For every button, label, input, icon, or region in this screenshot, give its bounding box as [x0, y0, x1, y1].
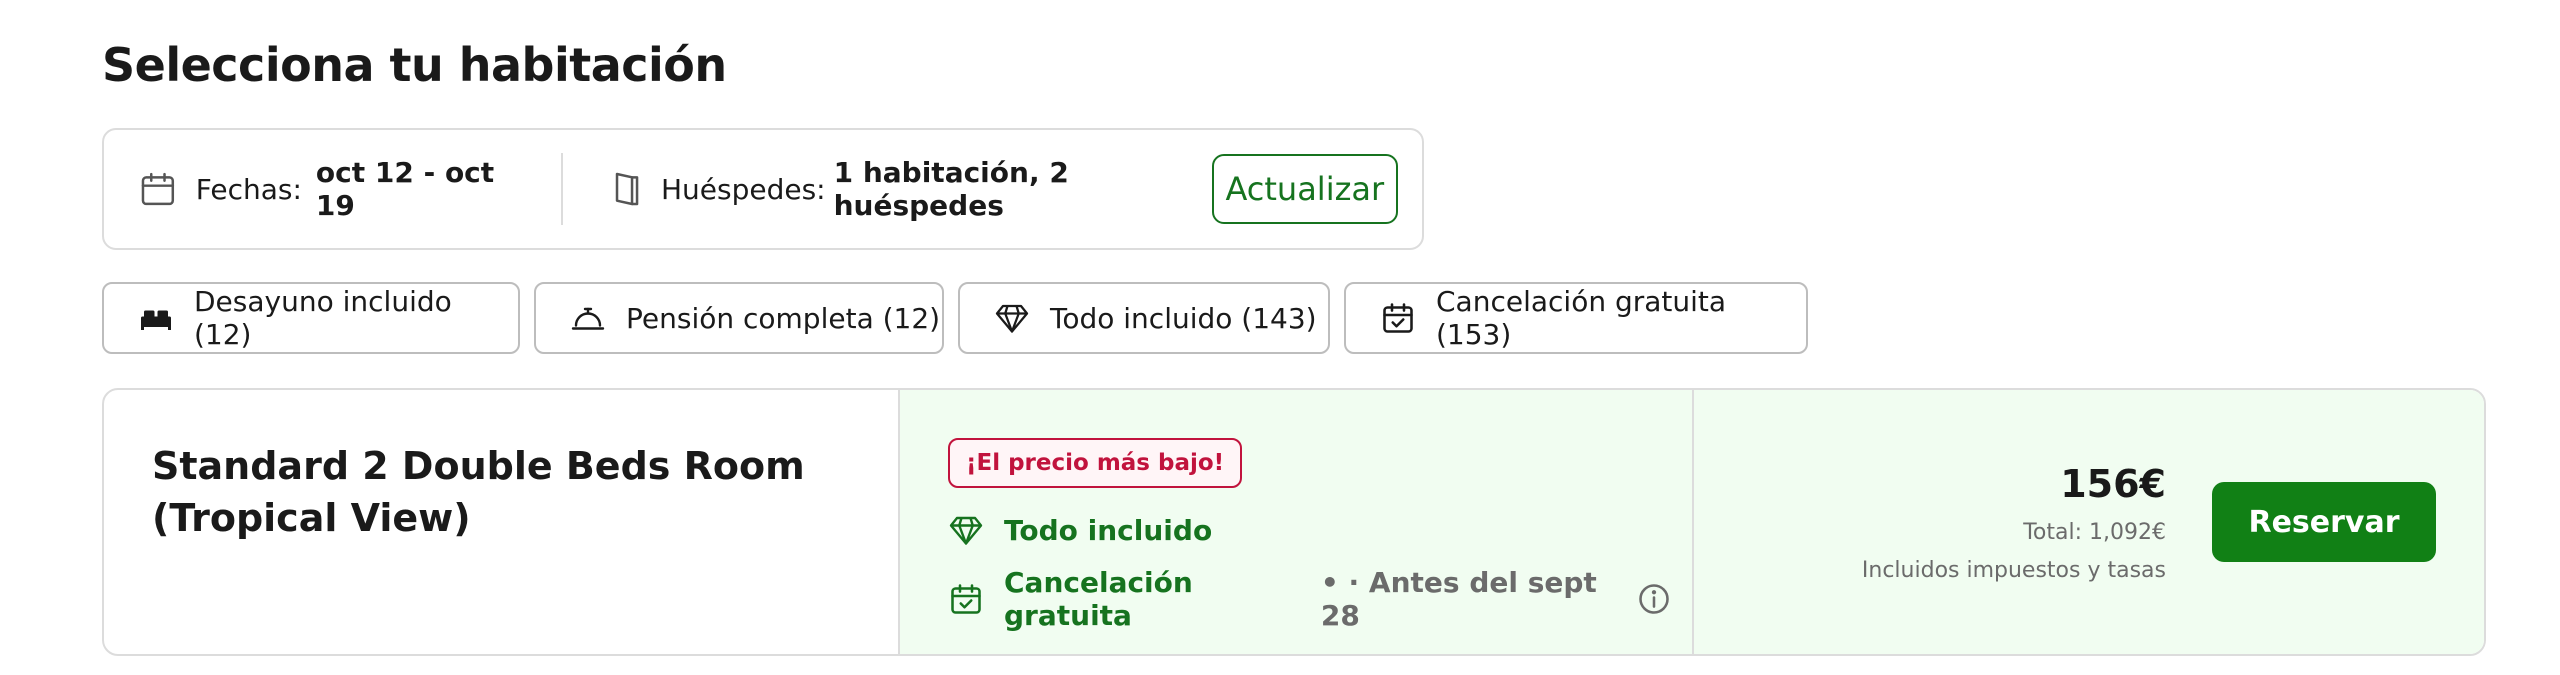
calendar-check-icon	[951, 584, 981, 614]
room-name: Standard 2 Double Beds Room (Tropical Vi…	[152, 440, 898, 544]
dates-label: Fechas:	[195, 172, 302, 206]
filter-chip-label: Cancelación gratuita (153)	[1436, 285, 1727, 351]
feature-label: Todo incluido	[1004, 513, 1213, 547]
room-price-column: 156€ Total: 1,092€ Incluidos impuestos y…	[1694, 390, 2484, 654]
dates-value: oct 12 - oct 19	[315, 156, 495, 222]
filter-chip-full-board[interactable]: Pensión completa (12)	[534, 282, 944, 354]
filter-chip-all-inclusive[interactable]: Todo incluido (143)	[958, 282, 1330, 354]
dates-field[interactable]: Fechas: oct 12 - oct 19	[138, 156, 521, 222]
feature-free-cancellation: Cancelación gratuita • · Antes del sept …	[948, 566, 1692, 632]
filter-chip-label: Pensión completa (12)	[626, 301, 941, 335]
diamond-icon	[949, 516, 983, 545]
door-icon	[615, 172, 639, 206]
calendar-check-icon	[1383, 303, 1413, 333]
filter-chip-label: Desayuno incluido (12)	[194, 285, 452, 351]
room-name-column: Standard 2 Double Beds Room (Tropical Vi…	[104, 390, 900, 654]
filter-chip-label: Todo incluido (143)	[1050, 301, 1317, 335]
room-card: Standard 2 Double Beds Room (Tropical Vi…	[102, 388, 2486, 656]
calendar-icon	[141, 172, 175, 206]
guests-value: 1 habitación, 2 huéspedes	[833, 156, 1069, 222]
info-icon[interactable]	[1636, 581, 1672, 617]
room-features-column: ¡El precio más bajo! Todo incluido Cance…	[900, 390, 1694, 654]
lowest-price-badge: ¡El precio más bajo!	[948, 438, 1243, 488]
room-price: 156€	[2060, 462, 2166, 506]
filter-chip-breakfast[interactable]: Desayuno incluido (12)	[102, 282, 520, 354]
room-total: Total: 1,092€	[2023, 520, 2166, 545]
search-bar: Fechas: oct 12 - oct 19 Huéspedes: 1 hab…	[102, 128, 1424, 250]
room-name-line1: Standard 2 Double Beds Room	[152, 444, 805, 488]
update-button[interactable]: Actualizar	[1211, 154, 1398, 224]
room-taxes-note: Incluidos impuestos y tasas	[1861, 558, 2166, 583]
filter-chip-free-cancellation[interactable]: Cancelación gratuita (153)	[1344, 282, 1808, 354]
search-divider	[561, 153, 563, 225]
cloche-icon	[571, 307, 605, 330]
reserve-button[interactable]: Reservar	[2212, 482, 2436, 562]
guests-label: Huéspedes:	[660, 172, 826, 206]
page-title: Selecciona tu habitación	[102, 38, 727, 92]
diamond-icon	[995, 304, 1029, 333]
feature-all-inclusive: Todo incluido	[948, 512, 1212, 548]
guests-field[interactable]: Huéspedes: 1 habitación, 2 huéspedes	[607, 156, 1212, 222]
bed-icon	[141, 310, 171, 330]
cancellation-note: • · Antes del sept 28	[1320, 566, 1597, 632]
feature-label: Cancelación gratuita	[1004, 566, 1193, 632]
room-name-line2: (Tropical View)	[152, 496, 471, 540]
